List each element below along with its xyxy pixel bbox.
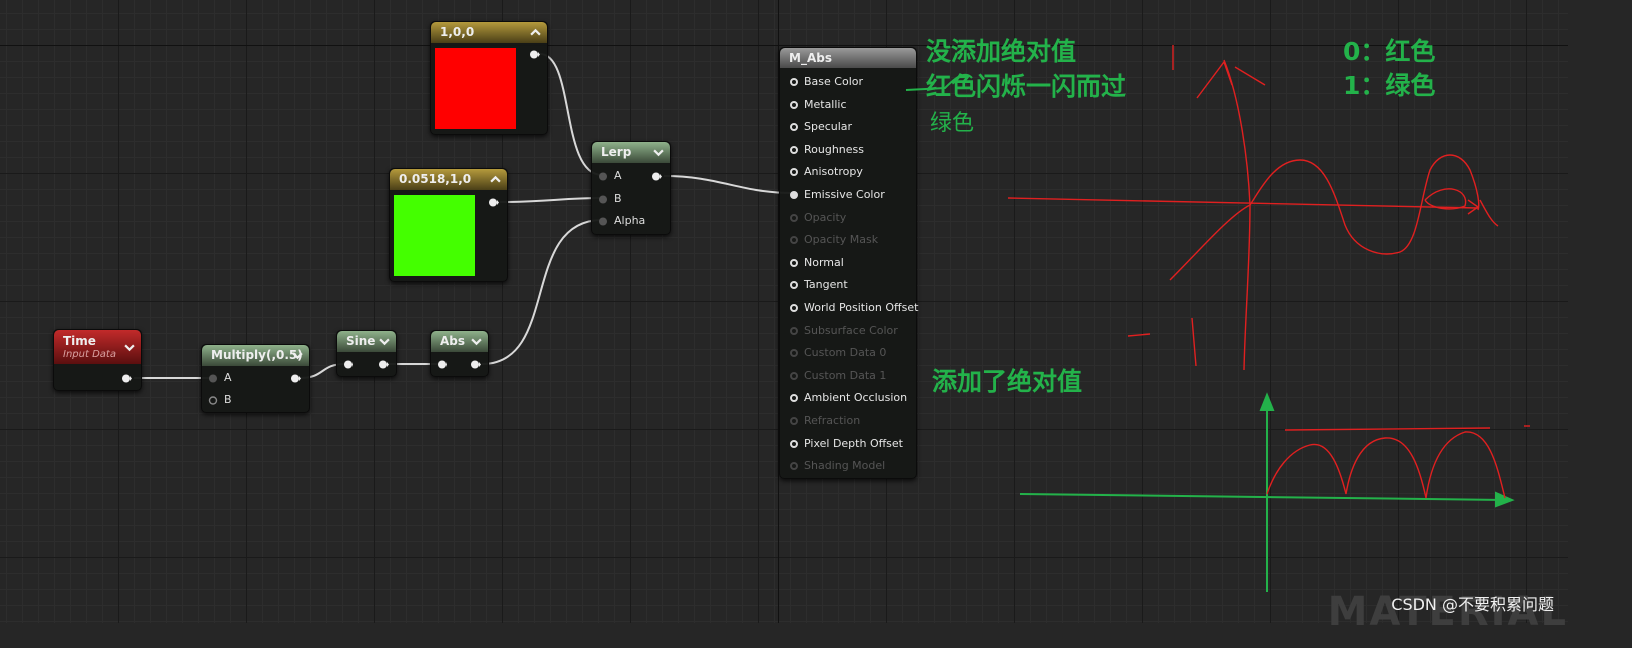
abs-wave-sketch — [1266, 425, 1530, 499]
sketch-mark-1 — [1127, 333, 1151, 337]
annotation-no-abs: 没添加绝对值 — [926, 37, 1077, 66]
abs-wave-top — [1284, 427, 1491, 431]
abs-axes-sketch — [1019, 392, 1515, 592]
green-y-arrow — [1259, 392, 1275, 411]
csdn-watermark: CSDN @不要积累问题 — [1391, 595, 1554, 614]
sketch-sine-left — [1169, 204, 1251, 281]
annotation-flash: 红色闪烁一闪而过 — [926, 72, 1127, 101]
legend-0-red: 0：红色 — [1343, 37, 1436, 66]
sketch-x-axis — [1007, 197, 1479, 209]
green-x-axis — [1019, 493, 1506, 501]
sketch-mark-2 — [1191, 317, 1197, 367]
sketch-y-axis — [1223, 59, 1251, 371]
sketch-tick — [1234, 66, 1266, 86]
annotation-green: 绿色 — [930, 111, 975, 136]
sketch-arrow-head — [1467, 199, 1480, 215]
annotation-sketch-layer — [905, 45, 1530, 592]
sketch-loop — [1424, 188, 1467, 210]
annotation-with-abs: 添加了绝对值 — [932, 367, 1083, 396]
sketch-sine-tail — [1479, 199, 1499, 227]
abs-wave — [1266, 431, 1506, 499]
legend-1-green: 1：绿色 — [1343, 71, 1436, 100]
